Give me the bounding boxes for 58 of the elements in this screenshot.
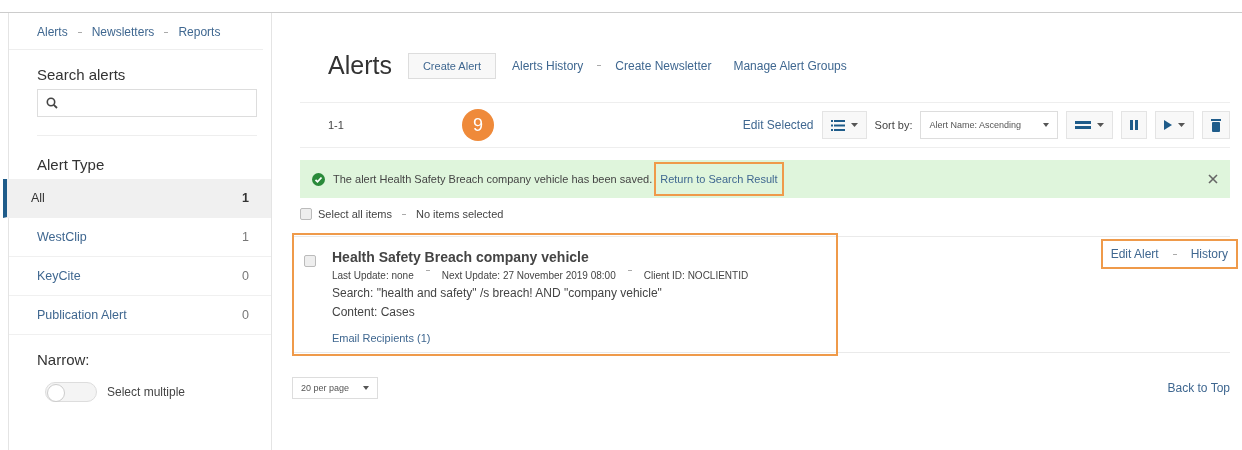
filter-item[interactable]: WestClip 1 [9, 218, 271, 257]
play-menu-button[interactable] [1155, 111, 1194, 139]
filter-item[interactable]: KeyCite 0 [9, 257, 271, 296]
nav-link[interactable]: Alerts [37, 25, 68, 39]
checkbox[interactable] [300, 208, 312, 220]
view-menu-button[interactable] [821, 111, 867, 139]
filter-item[interactable]: Publication Alert 0 [9, 296, 271, 335]
nav-link[interactable]: Reports [178, 25, 221, 39]
trash-icon [1211, 118, 1221, 132]
lines-icon [1075, 121, 1091, 129]
pause-button[interactable] [1121, 111, 1147, 139]
nav-link[interactable]: Newsletters [91, 25, 155, 39]
create-alert-button[interactable]: Create Alert [407, 52, 496, 79]
search-icon [46, 97, 58, 109]
toggle-switch[interactable] [45, 382, 97, 402]
header-link[interactable]: Alerts History [512, 58, 584, 73]
caret-icon [1043, 123, 1049, 127]
page-title: Alerts [328, 51, 392, 80]
caret-icon [1178, 123, 1185, 127]
return-link[interactable]: Return to Search Result [656, 164, 782, 194]
banner-message: The alert Health Safety Breach company vehicle has been saved. [333, 173, 653, 185]
caret-icon [850, 123, 858, 127]
close-icon[interactable] [1208, 174, 1218, 184]
checkbox-label: Select all items [318, 208, 392, 220]
recipients-link[interactable]: Email Recipients (1) [332, 332, 749, 344]
selection-status: No items selected [416, 208, 504, 220]
caret-icon [1097, 123, 1104, 127]
caret-icon [363, 386, 370, 390]
filter-item[interactable]: All 1 [3, 179, 271, 218]
step-badge: 9 [462, 109, 494, 141]
check-icon [312, 172, 325, 186]
alert-content: Content: Cases [332, 305, 416, 319]
header-link[interactable]: Create Newsletter [615, 58, 712, 73]
alert-title: Health Safety Breach company vehicle [332, 249, 590, 265]
sort-label: Sort by: [874, 119, 913, 131]
header-link[interactable]: Manage Alert Groups [733, 58, 847, 73]
alert-meta: Client ID: NOCLIENTID [643, 270, 749, 281]
back-to-top-link[interactable]: Back to Top [1167, 381, 1230, 395]
list-icon [830, 119, 845, 131]
section-heading: Alert Type [36, 155, 106, 175]
section-heading: Search alerts [36, 65, 127, 85]
toggle-label: Select multiple [107, 385, 186, 399]
edit-selected-link[interactable]: Edit Selected [742, 118, 814, 132]
delete-button[interactable] [1202, 111, 1230, 139]
per-page-dropdown[interactable]: 20 per page [292, 377, 379, 399]
result-range: 1-1 [328, 119, 344, 131]
sort-dropdown[interactable]: Alert Name: Ascending [920, 111, 1058, 139]
action-link[interactable]: History [1190, 247, 1228, 261]
play-icon [1164, 120, 1172, 130]
density-menu-button[interactable] [1066, 111, 1113, 139]
checkbox[interactable] [304, 255, 316, 267]
search-field[interactable] [37, 89, 257, 117]
alert-meta: Next Update: 27 November 2019 08:00 [441, 270, 616, 281]
section-heading: Narrow: [36, 350, 91, 370]
alert-meta: Last Update: none [332, 270, 414, 281]
alert-search: Search: "health and safety" /s breach! AND "company vehicle" [332, 286, 663, 300]
action-link[interactable]: Edit Alert [1110, 247, 1159, 261]
pause-icon [1130, 120, 1138, 130]
